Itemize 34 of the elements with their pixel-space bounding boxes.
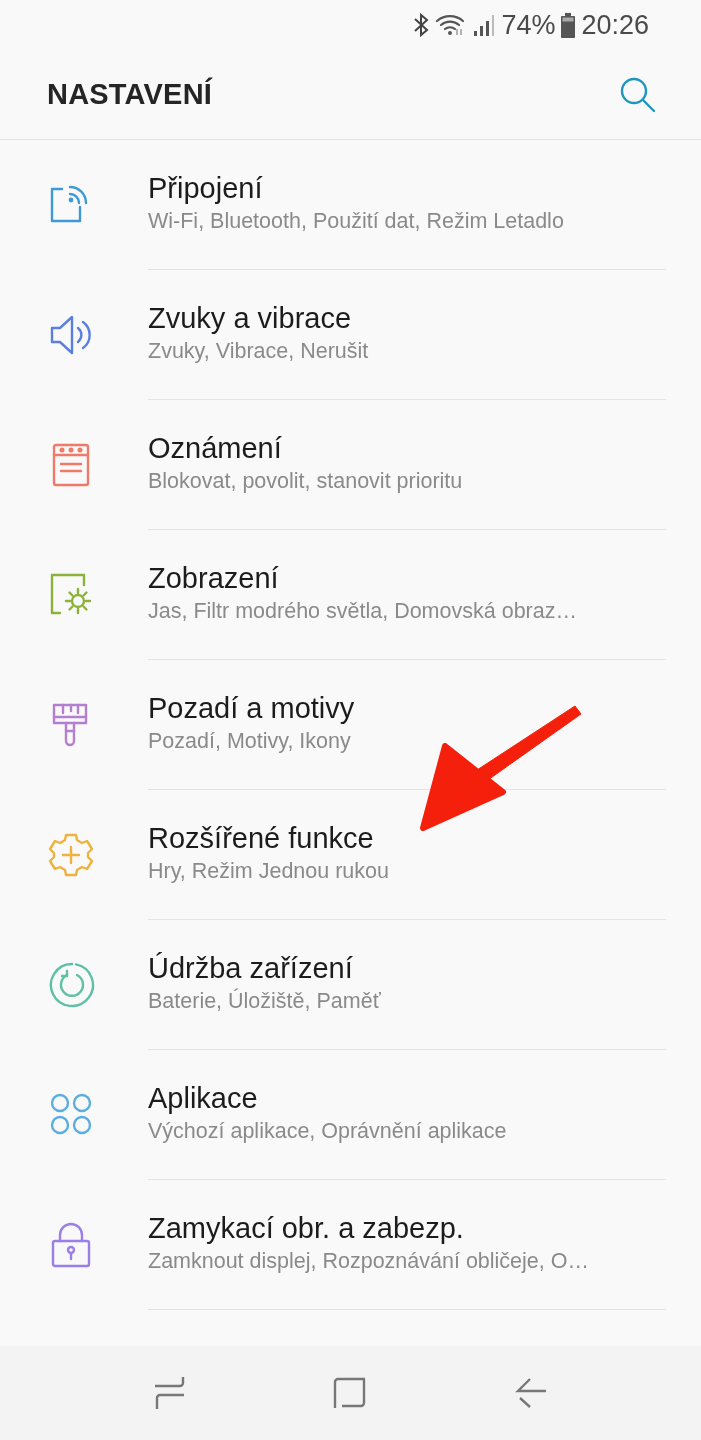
- item-subtitle: Výchozí aplikace, Oprávnění aplikace: [148, 1118, 508, 1144]
- settings-item[interactable]: Oznámení Blokovat, povolit, stanovit prioritu: [148, 400, 666, 530]
- item-title: Zvuky a vibrace: [148, 301, 353, 335]
- item-subtitle: Hry, Režim Jednou rukou: [148, 858, 390, 884]
- item-subtitle: Zvuky, Vibrace, Nerušit: [148, 338, 370, 364]
- search-icon[interactable]: [619, 75, 657, 114]
- clock-time: 20:26: [581, 9, 649, 41]
- battery-percentage: 74%: [501, 9, 556, 41]
- item-title: Zobrazení: [148, 561, 280, 595]
- battery-icon: [561, 12, 576, 38]
- item-subtitle: Baterie, Úložiště, Paměť: [148, 988, 382, 1014]
- settings-item[interactable]: Aplikace Výchozí aplikace, Oprávnění aplikace: [148, 1050, 666, 1180]
- item-title: Připojení: [148, 171, 264, 205]
- item-title: Rozšířené funkce: [148, 821, 375, 855]
- signal-icon: [473, 13, 496, 37]
- bluetooth-icon: [413, 12, 430, 38]
- settings-item[interactable]: Připojení Wi-Fi, Bluetooth, Použití dat, Režim Letadlo: [148, 140, 666, 270]
- item-subtitle: Wi-Fi, Bluetooth, Použití dat, Režim Letadlo: [148, 208, 565, 234]
- page-title: NASTAVENÍ: [47, 78, 213, 111]
- home-icon[interactable]: [333, 1376, 368, 1410]
- settings-item[interactable]: Údržba zařízení Baterie, Úložiště, Paměť: [148, 920, 666, 1050]
- item-subtitle: Jas, Filtr modrého světla, Domovská obraz…: [148, 598, 578, 624]
- item-subtitle: Zamknout displej, Rozpoznávání obličeje, O…: [148, 1248, 590, 1274]
- item-title: Aplikace: [148, 1081, 259, 1115]
- item-title: Zamykací obr. a zabezp.: [148, 1211, 465, 1245]
- item-subtitle: Blokovat, povolit, stanovit prioritu: [148, 468, 464, 494]
- item-subtitle: Pozadí, Motivy, Ikony: [148, 728, 352, 754]
- item-title: Pozadí a motivy: [148, 691, 356, 725]
- settings-item[interactable]: Zvuky a vibrace Zvuky, Vibrace, Nerušit: [148, 270, 666, 400]
- settings-item[interactable]: Zobrazení Jas, Filtr modrého světla, Domovská obraz…: [148, 530, 666, 660]
- back-icon[interactable]: [513, 1376, 548, 1410]
- settings-item[interactable]: Zamykací obr. a zabezp. Zamknout displej, Rozpoznávání obličeje, O…: [148, 1180, 666, 1310]
- item-title: Údržba zařízení: [148, 951, 354, 985]
- item-title: Oznámení: [148, 431, 283, 465]
